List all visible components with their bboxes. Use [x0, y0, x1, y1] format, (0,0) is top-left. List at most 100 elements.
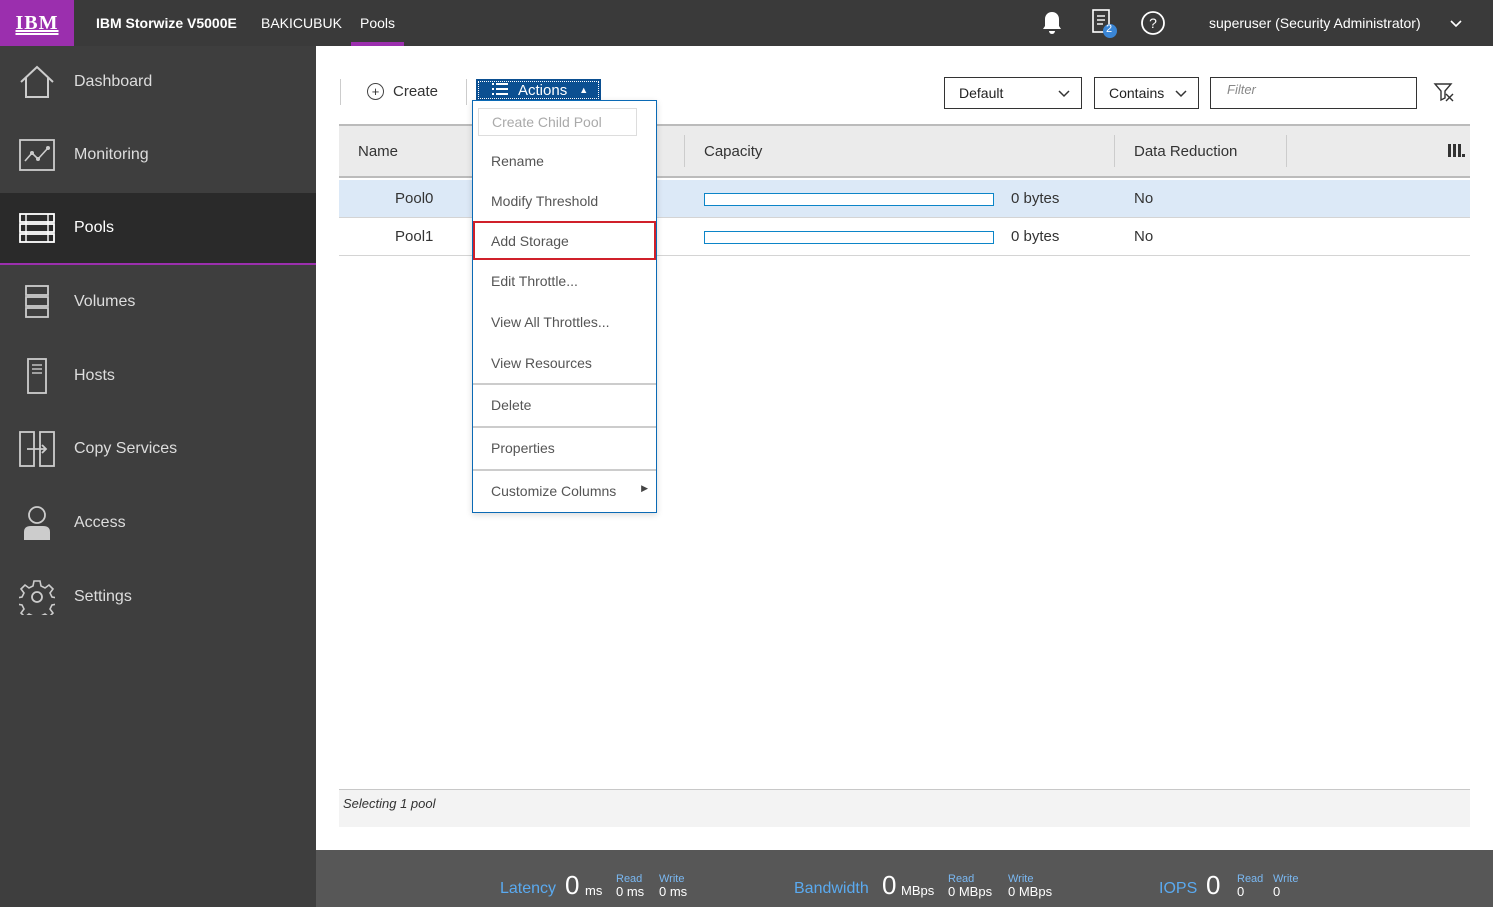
capacity-bar [704, 193, 994, 206]
system-name[interactable]: BAKICUBUK [261, 0, 342, 46]
column-divider[interactable] [1114, 135, 1115, 167]
match-select[interactable]: Contains [1094, 77, 1199, 109]
top-bar: IBM IBM Storwize V5000E BAKICUBUK Pools … [0, 0, 1493, 46]
plus-circle-icon: + [367, 82, 384, 100]
menu-item-customize-columns[interactable]: Customize Columns ▶ [473, 471, 656, 511]
hosts-icon [18, 357, 56, 395]
access-icon [18, 504, 56, 542]
menu-item-add-storage[interactable]: Add Storage [473, 221, 656, 260]
latency-label: Latency [500, 880, 557, 897]
svg-text:?: ? [1149, 15, 1157, 31]
sidebar-item-label: Monitoring [74, 146, 149, 163]
column-divider[interactable] [1286, 135, 1287, 167]
view-select-value: Default [959, 85, 1004, 101]
sidebar-item-label: Settings [74, 588, 132, 605]
menu-item-view-resources[interactable]: View Resources [473, 343, 656, 383]
logo-text: IBM [15, 11, 59, 34]
product-name: IBM Storwize V5000E [96, 15, 237, 31]
pool-name-cell: Pool1 [395, 228, 434, 245]
bandwidth-write-value: 0 MBps [1008, 884, 1053, 899]
copy-services-icon [18, 430, 56, 468]
menu-item-edit-throttle[interactable]: Edit Throttle... [473, 261, 656, 301]
pool-name-cell: Pool0 [395, 190, 434, 207]
sidebar-item-label: Dashboard [74, 73, 153, 90]
bell-icon[interactable] [1037, 8, 1067, 38]
column-divider[interactable] [684, 135, 685, 167]
sidebar-item-copy-services[interactable]: Copy Services [0, 413, 316, 485]
actions-button[interactable]: Actions ▲ [476, 79, 601, 101]
sidebar-item-label: Copy Services [74, 440, 178, 457]
tasks-badge: 2 [1106, 23, 1113, 35]
sidebar-item-access[interactable]: Access [0, 487, 316, 559]
sidebar-item-label: Pools [74, 219, 115, 236]
actions-button-label: Actions [518, 81, 568, 99]
data-reduction-cell: No [1134, 228, 1154, 245]
menu-item-properties[interactable]: Properties [473, 428, 656, 468]
help-icon[interactable]: ? [1138, 8, 1168, 38]
sidebar-item-dashboard[interactable]: Dashboard [0, 46, 316, 118]
match-select-value: Contains [1109, 85, 1165, 101]
capacity-bar [704, 231, 994, 244]
iops-value: 0 [1206, 870, 1221, 900]
latency-read-value: 0 ms [616, 884, 645, 899]
sidebar-item-hosts[interactable]: Hosts [0, 340, 316, 412]
column-picker-icon[interactable] [1447, 142, 1465, 160]
caret-up-icon: ▲ [579, 85, 589, 95]
volumes-icon [18, 283, 56, 321]
monitoring-icon [18, 136, 56, 174]
latency-unit: ms [585, 883, 603, 898]
data-reduction-cell: No [1134, 190, 1154, 207]
ibm-logo[interactable]: IBM [0, 0, 74, 46]
filter-input[interactable] [1210, 77, 1417, 109]
breadcrumb-current-pools[interactable]: Pools [351, 0, 404, 46]
sidebar-item-settings[interactable]: Settings [0, 561, 316, 633]
selection-status-bar: Selecting 1 pool [339, 789, 1470, 827]
selection-status-text: Selecting 1 pool [343, 796, 436, 811]
settings-icon [18, 578, 56, 616]
sidebar: Dashboard Monitoring Pools Volumes Hosts… [0, 46, 316, 907]
sidebar-item-volumes[interactable]: Volumes [0, 266, 316, 338]
clear-filter-icon[interactable] [1433, 81, 1455, 103]
view-select[interactable]: Default [944, 77, 1082, 109]
bandwidth-value: 0 [882, 870, 897, 900]
bandwidth-read-value: 0 MBps [948, 884, 993, 899]
column-header-data-reduction[interactable]: Data Reduction [1134, 126, 1237, 176]
capacity-value-cell: 0 bytes [1011, 228, 1060, 245]
menu-item-modify-threshold[interactable]: Modify Threshold [473, 181, 656, 221]
sidebar-item-pools[interactable]: Pools [0, 193, 316, 265]
sidebar-item-label: Volumes [74, 293, 136, 310]
iops-label: IOPS [1159, 880, 1198, 897]
menu-item-view-all-throttles[interactable]: View All Throttles... [473, 301, 656, 343]
create-button[interactable]: + Create [358, 78, 438, 104]
iops-write-value: 0 [1273, 884, 1281, 899]
chevron-down-icon[interactable] [1447, 14, 1465, 32]
sidebar-item-label: Access [74, 514, 126, 531]
home-icon [18, 63, 56, 101]
create-button-label: Create [393, 82, 439, 100]
menu-item-label: Customize Columns [491, 483, 617, 499]
bandwidth-unit: MBps [901, 883, 935, 898]
tasks-icon[interactable]: 2 [1088, 8, 1118, 38]
menu-item-create-child-pool: Create Child Pool [478, 108, 637, 136]
bandwidth-label: Bandwidth [794, 880, 869, 897]
toolbar-divider [340, 79, 341, 105]
sidebar-item-monitoring[interactable]: Monitoring [0, 119, 316, 191]
performance-bar[interactable]: Latency 0 ms Read 0 ms Write 0 ms Bandwi… [316, 850, 1493, 907]
actions-menu: Create Child Pool Rename Modify Threshol… [472, 100, 657, 513]
pools-icon [18, 209, 56, 247]
iops-read-value: 0 [1237, 884, 1245, 899]
sidebar-item-label: Hosts [74, 367, 115, 384]
chevron-down-icon [1057, 86, 1071, 103]
toolbar-divider [466, 79, 467, 105]
menu-item-delete[interactable]: Delete [473, 385, 656, 425]
column-header-capacity[interactable]: Capacity [704, 126, 762, 176]
list-icon [492, 82, 508, 99]
column-header-name[interactable]: Name [358, 126, 398, 176]
chevron-down-icon [1174, 86, 1188, 103]
latency-write-value: 0 ms [659, 884, 688, 899]
caret-right-icon: ▶ [641, 483, 648, 493]
capacity-value-cell: 0 bytes [1011, 190, 1060, 207]
user-menu-label[interactable]: superuser (Security Administrator) [1209, 0, 1421, 46]
menu-item-rename[interactable]: Rename [473, 141, 656, 181]
latency-value: 0 [565, 870, 580, 900]
